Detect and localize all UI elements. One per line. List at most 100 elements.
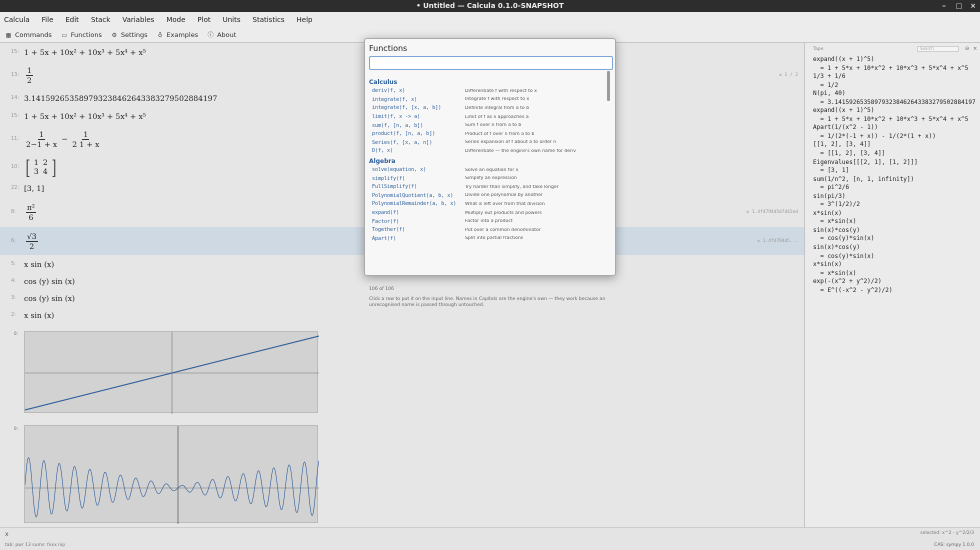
tape-entry[interactable]: sin(x)*cos(y) — [813, 227, 976, 236]
menu-plot[interactable]: Plot — [197, 16, 210, 24]
menu-edit[interactable]: Edit — [65, 16, 79, 24]
tape-result[interactable]: = cos(y)*sin(x) — [813, 235, 976, 244]
function-description: Multiply out products and powers — [465, 210, 542, 216]
function-search-input[interactable] — [369, 56, 613, 70]
tape-result[interactable]: = 1 + 5*x + 10*x^2 + 10*x^3 + 5*x^4 + x^… — [813, 116, 976, 125]
function-row[interactable]: deriv(f, x) Differentiate f with respect … — [369, 87, 609, 96]
function-row[interactable]: integrate(f, x) Integrate f with respect … — [369, 96, 609, 105]
tape-entry[interactable]: N(pi, 40) — [813, 90, 976, 99]
gear-icon: ⚙ — [111, 31, 118, 39]
row-expression: cos (y) sin (x) — [24, 276, 75, 286]
tape-entry[interactable]: expand((x + 1)^5) — [813, 56, 976, 65]
function-row[interactable]: Together(f) Put over a common denominator — [369, 226, 609, 235]
tape-search-input[interactable]: Search — [917, 46, 959, 52]
function-row[interactable]: PolynomialQuotient(a, b, x) Divide one po… — [369, 192, 609, 201]
oscillation-plot[interactable] — [24, 425, 319, 524]
stack-row[interactable]: 2: x sin (x) — [0, 308, 804, 322]
menu-statistics[interactable]: Statistics — [253, 16, 285, 24]
menu-mode[interactable]: Mode — [166, 16, 185, 24]
tape-result[interactable]: = 1/2 — [813, 82, 976, 91]
menu-calcula[interactable]: Calcula — [4, 16, 30, 24]
function-row[interactable]: Series(f, [x, a, n]) Series expansion of … — [369, 139, 609, 148]
input-line[interactable]: x — [5, 531, 9, 538]
function-description: Try harder than simplify, and take longe… — [465, 184, 559, 190]
function-signature: product(f, [n, a, b]) — [372, 131, 436, 138]
function-row[interactable]: PolynomialRemainder(a, b, x) What is left… — [369, 200, 609, 209]
about-button[interactable]: ⓘ About — [207, 31, 237, 39]
tape-entry[interactable]: sum(1/n^2, [n, 1, infinity]) — [813, 176, 976, 185]
tape-entry[interactable]: sin(x)*cos(y) — [813, 244, 976, 253]
tape-result[interactable]: = 3^(1/2)/2 — [813, 201, 976, 210]
function-description: Integrate f with respect to x — [465, 97, 530, 103]
row-number: 15: — [11, 113, 20, 119]
tape-result[interactable]: = cos(y)*sin(x) — [813, 253, 976, 262]
tape-entry[interactable]: x*sin(x) — [813, 210, 976, 219]
menu-bar: Calcula File Edit Stack Variables Mode P… — [0, 12, 980, 28]
title-bar: • Untitled — Calcula 0.1.0-SNAPSHOT – □ … — [0, 0, 980, 12]
function-signature: D(f, x) — [372, 148, 394, 155]
tape-entry[interactable]: sin(pi/3) — [813, 193, 976, 202]
function-row[interactable]: Apart(f) Split into partial fractions — [369, 235, 609, 244]
menu-help[interactable]: Help — [297, 16, 313, 24]
function-row[interactable]: integrate(f, [x, a, b]) Definite integral… — [369, 104, 609, 113]
status-bar: x tab: pwr 13 sums: fxxx nip selected: x… — [0, 527, 980, 550]
tape-close-icon[interactable]: × — [973, 46, 977, 52]
book-icon: ▭ — [61, 31, 68, 39]
tape-result[interactable]: = E^((-x^2 - y^2)/2) — [813, 287, 976, 296]
tape-result[interactable]: = [3, 1] — [813, 167, 976, 176]
function-row[interactable]: D(f, x) Differentiate — the engine's own … — [369, 147, 609, 156]
status-selection: selected: x^2 - y^2/2/3 — [920, 531, 974, 536]
tape-entry[interactable]: [[1, 2], [3, 4]] — [813, 141, 976, 150]
function-row[interactable]: Factor(f) Factor into a product — [369, 217, 609, 226]
tape-result[interactable]: = 1/(2*(-1 + x)) - 1/(2*(1 + x)) — [813, 133, 976, 142]
function-list-scrollbar[interactable] — [607, 71, 610, 101]
tape-entry[interactable]: exp(-(x^2 + y^2)/2) — [813, 278, 976, 287]
function-row[interactable]: expand(f) Multiply out products and power… — [369, 209, 609, 218]
tape-entry[interactable]: Apart(1/(x^2 - 1)) — [813, 124, 976, 133]
tape-entry[interactable]: x*sin(x) — [813, 261, 976, 270]
tape-result[interactable]: = pi^2/6 — [813, 184, 976, 193]
matrix-cell: 1 — [33, 158, 39, 167]
tape-entry[interactable]: Eigenvalues[[[2, 1], [1, 2]]] — [813, 159, 976, 168]
tape-history[interactable]: expand((x + 1)^5) = 1 + 5*x + 10*x^2 + 1… — [813, 56, 976, 295]
function-row[interactable]: sum(f, [n, a, b]) Sum f over n from a to … — [369, 121, 609, 130]
row-number: 14: — [11, 95, 20, 101]
menu-stack[interactable]: Stack — [91, 16, 110, 24]
tape-result[interactable]: = [[1, 2], [3, 4]] — [813, 150, 976, 159]
menu-variables[interactable]: Variables — [122, 16, 154, 24]
function-description: Series expansion of f about a to order n — [465, 140, 557, 146]
tape-clear-icon[interactable]: ⊖ — [965, 46, 969, 52]
minimize-icon[interactable]: – — [940, 2, 948, 10]
row-number: 2: — [11, 312, 16, 318]
tape-result[interactable]: = x*sin(x) — [813, 218, 976, 227]
examples-button[interactable]: ♁ Examples — [157, 31, 198, 39]
line-plot-canvas — [25, 332, 319, 414]
function-row[interactable]: limit(f, x -> a) Limit of f as x approach… — [369, 113, 609, 122]
tape-result[interactable]: = 3.141592653589793238462643383279502884… — [813, 99, 975, 108]
close-icon[interactable]: × — [969, 2, 977, 10]
function-count: 106 of 106 — [369, 287, 394, 292]
line-plot[interactable] — [24, 331, 319, 414]
settings-button[interactable]: ⚙ Settings — [111, 31, 148, 39]
bulb-icon: ♁ — [157, 31, 163, 39]
function-row[interactable]: product(f, [n, a, b]) Product of f over n… — [369, 130, 609, 139]
maximize-icon[interactable]: □ — [955, 2, 963, 10]
tape-entry[interactable]: 1/3 + 1/6 — [813, 73, 976, 82]
tape-entry[interactable]: expand((x + 1)^5) — [813, 107, 976, 116]
commands-button[interactable]: ▦ Commands — [5, 31, 52, 39]
row-expression: x sin (x) — [24, 310, 55, 320]
function-row[interactable]: FullSimplify(f) Try harder than simplify,… — [369, 183, 609, 192]
commands-label: Commands — [15, 31, 52, 39]
menu-file[interactable]: File — [42, 16, 54, 24]
row-expression: cos (y) sin (x) — [24, 293, 75, 303]
tape-result[interactable]: = x*sin(x) — [813, 270, 976, 279]
function-signature: PolynomialQuotient(a, b, x) — [372, 192, 454, 199]
function-row[interactable]: simplify(f) Simplify an expression — [369, 174, 609, 183]
function-list[interactable]: Calculus deriv(f, x) Differentiate f with … — [369, 77, 609, 282]
tape-result[interactable]: = 1 + 5*x + 10*x^2 + 10*x^3 + 5*x^4 + x^… — [813, 65, 976, 74]
functions-button[interactable]: ▭ Functions — [61, 31, 101, 39]
matrix-cell: 4 — [42, 167, 48, 176]
menu-units[interactable]: Units — [223, 16, 241, 24]
function-row[interactable]: solve(equation, x) Solve an equation for … — [369, 166, 609, 175]
series-curve — [25, 457, 319, 518]
